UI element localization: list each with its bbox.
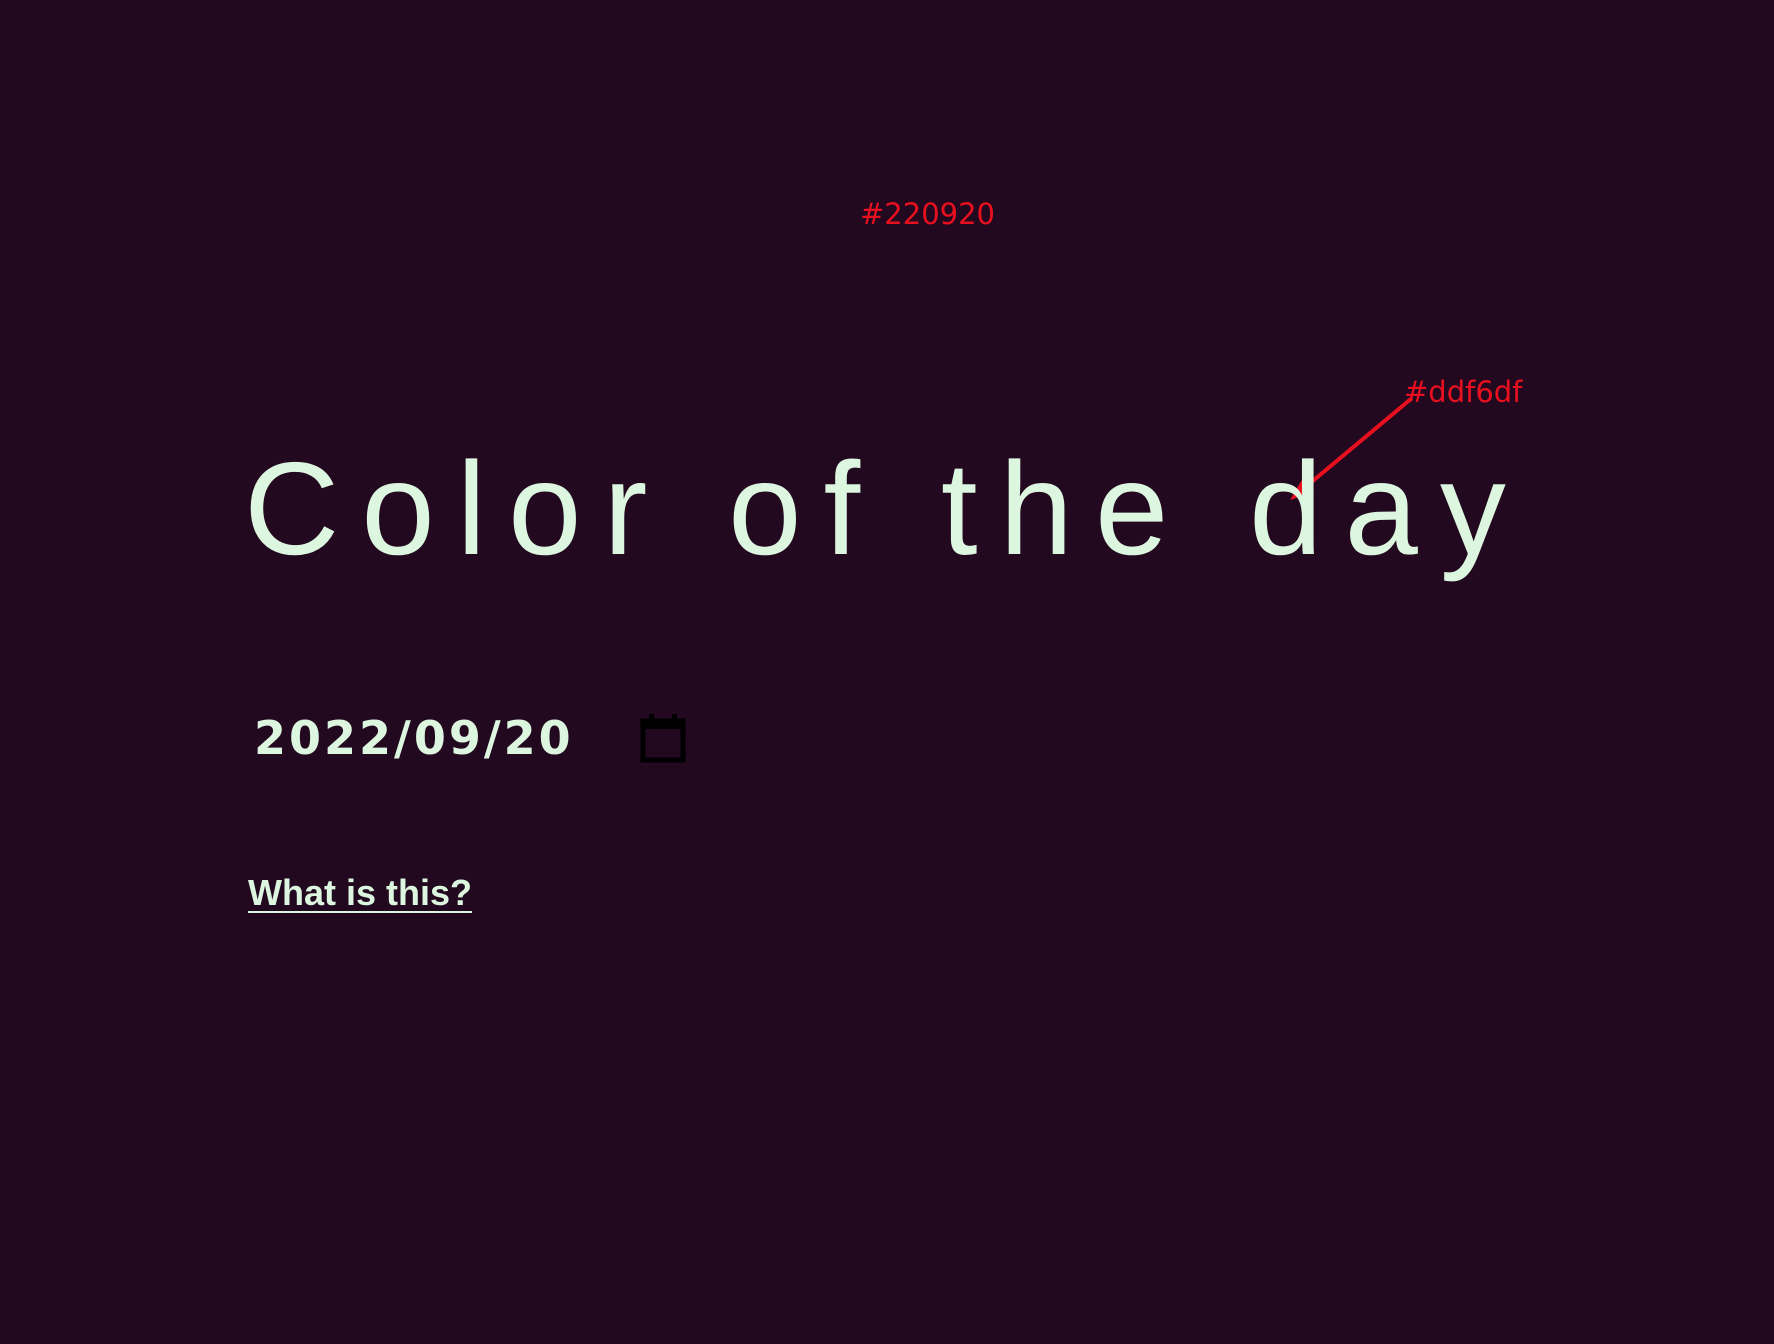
date-input[interactable]: 2022/09/20	[254, 711, 574, 765]
date-picker: 2022/09/20	[254, 706, 686, 770]
page-title: Color of the day	[244, 435, 1528, 582]
foreground-color-annotation: #ddf6df	[1404, 375, 1523, 409]
background-color-annotation: #220920	[860, 197, 996, 231]
calendar-icon[interactable]	[640, 713, 686, 763]
what-is-this-link[interactable]: What is this?	[248, 872, 472, 914]
